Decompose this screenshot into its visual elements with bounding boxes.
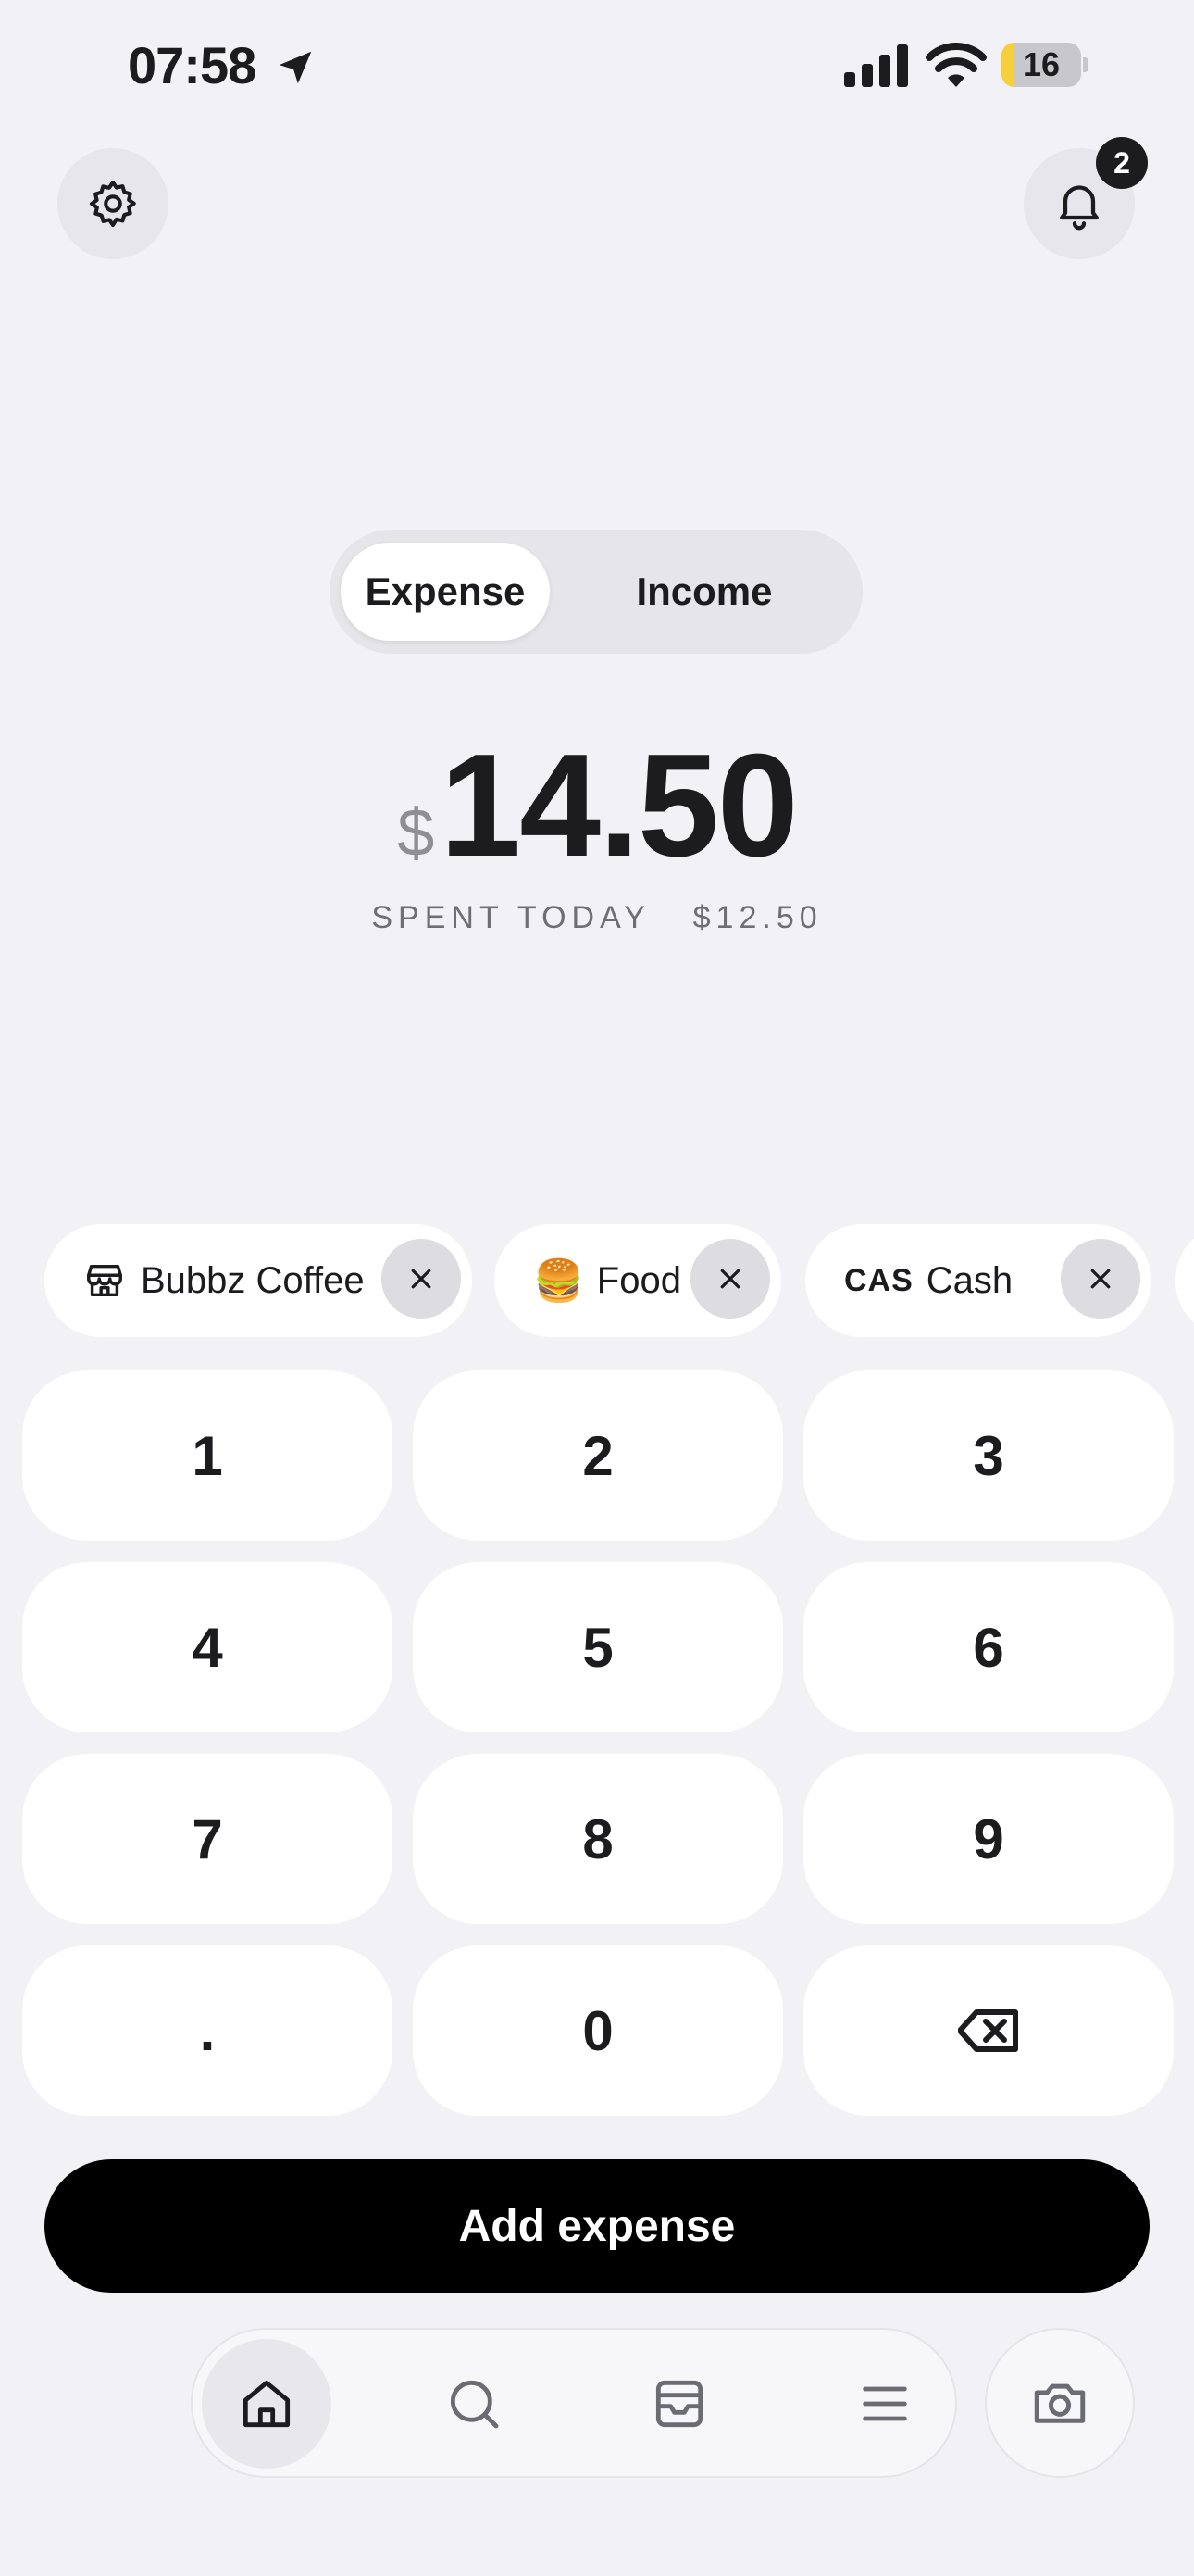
camera-button[interactable] [985,2328,1135,2478]
cellular-signal-icon [844,44,908,87]
key-5[interactable]: 5 [413,1562,783,1732]
settings-button[interactable] [57,148,168,259]
close-icon [411,1269,431,1289]
key-9[interactable]: 9 [803,1754,1174,1924]
tab-income[interactable]: Income [561,543,848,641]
tab-expense[interactable]: Expense [341,543,550,641]
account-code: CAS [844,1262,914,1298]
key-6[interactable]: 6 [803,1562,1174,1732]
spent-today: SPENT TODAY $12.50 [371,900,823,935]
chip-label: Food [596,1259,681,1301]
tab-home[interactable] [202,2339,331,2469]
key-0[interactable]: 0 [413,1945,783,2116]
chip-label: Bubbz Coffee [141,1259,365,1301]
tab-menu[interactable] [820,2339,950,2469]
remove-chip-button[interactable] [381,1239,461,1319]
inbox-icon [655,2380,703,2428]
battery-indicator: 16 [1001,43,1090,89]
key-4[interactable]: 4 [22,1562,392,1732]
camera-icon [1034,2383,1086,2423]
wifi-icon [926,43,987,87]
chip-account[interactable]: CAS Cash [805,1224,1151,1337]
key-3[interactable]: 3 [803,1370,1174,1541]
tab-bar [191,2328,957,2478]
tab-search[interactable] [409,2339,539,2469]
key-1[interactable]: 1 [22,1370,392,1541]
tag-chips: Bubbz Coffee 🍔 Food CAS Cash [44,1224,1194,1337]
remove-chip-button[interactable] [690,1239,770,1319]
tab-inbox[interactable] [615,2339,744,2469]
menu-icon [863,2386,907,2421]
home-icon [243,2380,291,2428]
key-2[interactable]: 2 [413,1370,783,1541]
key-backspace[interactable] [803,1945,1174,2116]
notification-badge: 2 [1096,137,1148,189]
bell-icon [1060,185,1099,231]
chip-label: Cash [926,1259,1014,1301]
key-8[interactable]: 8 [413,1754,783,1924]
chip-date[interactable] [1175,1224,1194,1337]
chip-category[interactable]: 🍔 Food [494,1224,781,1337]
amount-display: $14.50 [0,722,1194,890]
currency-symbol: $ [397,796,435,870]
mode-toggle: Expense Income [330,530,863,654]
status-time: 07:58 [128,36,256,94]
gear-icon [89,180,136,228]
remove-chip-button[interactable] [1061,1239,1140,1319]
battery-level: 16 [1022,45,1061,83]
close-icon [1090,1269,1111,1289]
search-icon [450,2380,499,2429]
add-expense-button[interactable]: Add expense [44,2159,1150,2293]
key-decimal[interactable]: . [22,1945,392,2116]
key-7[interactable]: 7 [22,1754,392,1924]
chip-merchant[interactable]: Bubbz Coffee [44,1224,472,1337]
location-arrow-icon [279,51,312,84]
close-icon [720,1269,740,1289]
amount-value: 14.50 [440,724,798,887]
backspace-icon [958,2009,1018,2052]
store-icon [87,1264,122,1297]
burger-icon: 🍔 [533,1258,584,1304]
